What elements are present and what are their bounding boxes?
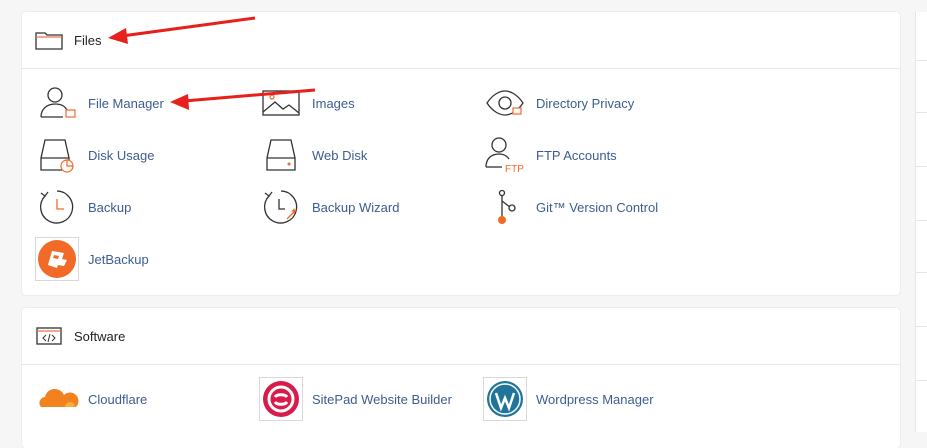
files-section-title: Files (74, 32, 102, 48)
file-manager-link[interactable]: File Manager (35, 81, 164, 125)
images-label: Images (312, 95, 355, 111)
disk-usage-icon (35, 133, 79, 177)
backup-label: Backup (88, 199, 132, 215)
directory-privacy-label: Directory Privacy (536, 95, 635, 111)
code-window-icon (35, 326, 63, 346)
git-icon (483, 185, 527, 229)
jetbackup-link[interactable]: JetBackup (35, 237, 149, 281)
backup-wizard-label: Backup Wizard (312, 199, 400, 215)
ftp-badge: FTP (505, 164, 524, 175)
cloudflare-label: Cloudflare (88, 391, 148, 407)
disk-usage-link[interactable]: Disk Usage (35, 133, 154, 177)
file-manager-icon (35, 81, 79, 125)
directory-privacy-link[interactable]: Directory Privacy (483, 81, 634, 125)
web-disk-link[interactable]: Web Disk (259, 133, 367, 177)
cloudflare-icon (35, 377, 79, 421)
rail-divider (915, 220, 927, 221)
git-version-control-link[interactable]: Git™ Version Control (483, 185, 658, 229)
git-version-control-label: Git™ Version Control (536, 199, 659, 215)
backup-wizard-icon (259, 185, 303, 229)
images-link[interactable]: Images (259, 81, 355, 125)
web-disk-label: Web Disk (312, 147, 368, 163)
disk-usage-label: Disk Usage (88, 147, 155, 163)
software-section: Software Cloudflare SitePad Website Buil… (22, 308, 900, 448)
rail-divider (915, 112, 927, 113)
files-section-header[interactable]: Files (22, 12, 900, 69)
rail-divider (915, 326, 927, 327)
backup-wizard-link[interactable]: Backup Wizard (259, 185, 399, 229)
ftp-accounts-label: FTP Accounts (536, 147, 617, 163)
right-sidebar-panel (915, 12, 927, 432)
file-manager-label: File Manager (88, 95, 164, 111)
wordpress-manager-label: Wordpress Manager (536, 391, 654, 407)
sitepad-label: SitePad Website Builder (312, 391, 452, 407)
wordpress-manager-link[interactable]: Wordpress Manager (483, 377, 654, 421)
rail-divider (915, 272, 927, 273)
images-icon (259, 81, 303, 125)
rail-divider (915, 380, 927, 381)
backup-icon (35, 185, 79, 229)
rail-divider (915, 60, 927, 61)
jetbackup-icon (35, 237, 79, 281)
software-section-header[interactable]: Software (22, 308, 900, 365)
sitepad-link[interactable]: SitePad Website Builder (259, 377, 452, 421)
sitepad-icon (259, 377, 303, 421)
directory-privacy-icon (483, 81, 527, 125)
web-disk-icon (259, 133, 303, 177)
wordpress-icon (483, 377, 527, 421)
rail-divider (915, 166, 927, 167)
ftp-accounts-icon: FTP (483, 133, 527, 177)
cloudflare-link[interactable]: Cloudflare (35, 377, 147, 421)
ftp-accounts-link[interactable]: FTP FTP Accounts (483, 133, 617, 177)
jetbackup-label: JetBackup (88, 251, 149, 267)
folder-icon (35, 30, 63, 50)
backup-link[interactable]: Backup (35, 185, 131, 229)
files-section: Files File Manager Images Directory Priv… (22, 12, 900, 295)
software-section-title: Software (74, 328, 126, 344)
